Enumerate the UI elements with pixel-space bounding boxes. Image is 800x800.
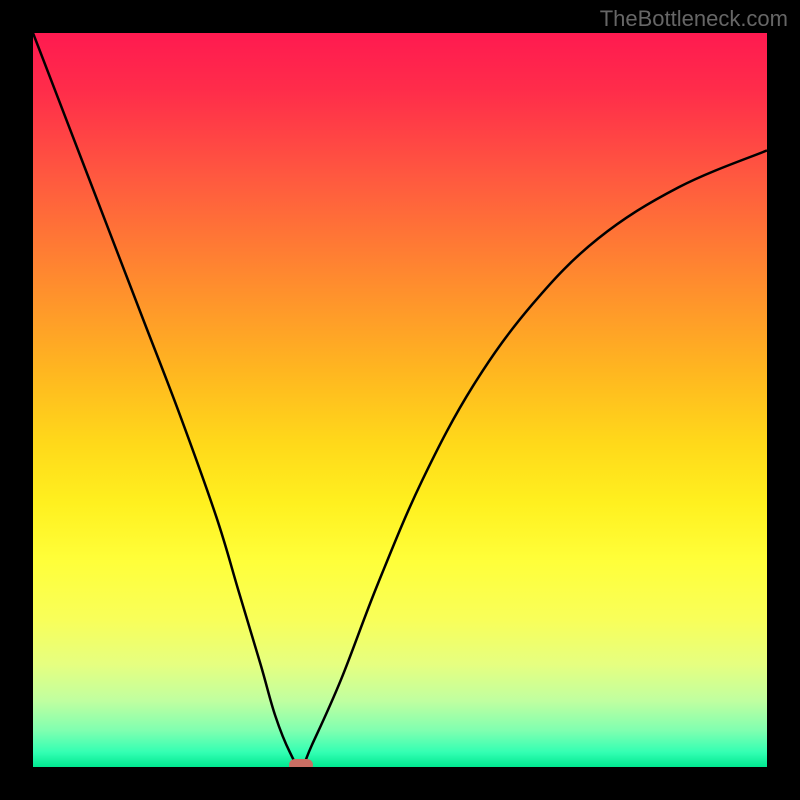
chart-curve [33,33,767,767]
optimal-point-marker [289,759,313,767]
chart-plot-area [33,33,767,767]
bottleneck-curve [33,33,767,767]
watermark: TheBottleneck.com [600,6,788,32]
